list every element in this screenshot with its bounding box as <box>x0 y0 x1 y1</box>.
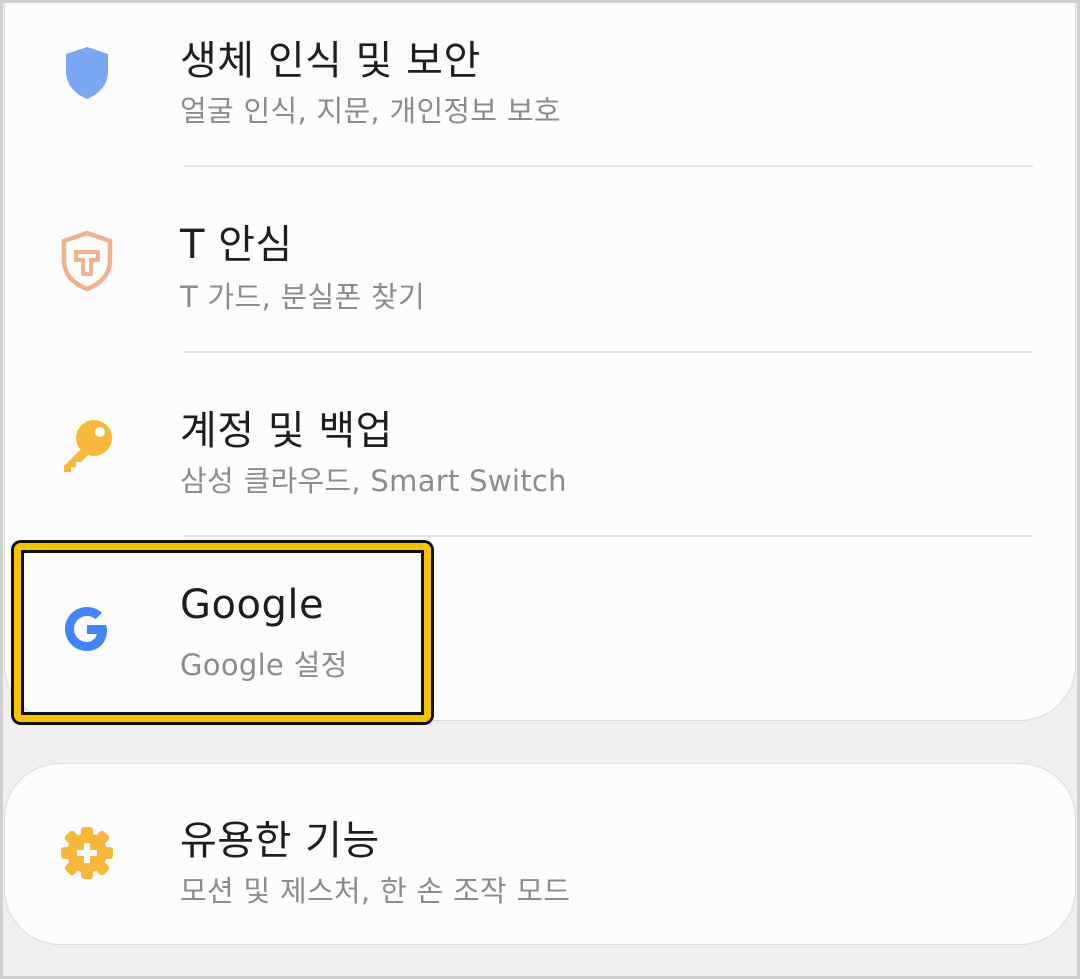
settings-item-t-safety[interactable]: T 안심 T 가드, 분실폰 찾기 <box>4 168 1076 350</box>
settings-item-subtitle: 삼성 클라우드, Smart Switch <box>180 464 567 498</box>
settings-item-title: 유용한 기능 <box>180 818 380 864</box>
settings-item-title: 생체 인식 및 보안 <box>180 38 481 84</box>
settings-item-subtitle: T 가드, 분실폰 찾기 <box>180 280 425 314</box>
divider <box>184 351 1033 353</box>
settings-item-subtitle: 얼굴 인식, 지문, 개인정보 보호 <box>180 94 561 128</box>
settings-item-title: 계정 및 백업 <box>180 408 393 454</box>
settings-item-title: T 안심 <box>180 222 293 268</box>
settings-item-accounts-backup[interactable]: 계정 및 백업 삼성 클라우드, Smart Switch <box>4 354 1076 534</box>
settings-item-biometrics-security[interactable]: 생체 인식 및 보안 얼굴 인식, 지문, 개인정보 보호 <box>4 0 1076 160</box>
key-icon <box>54 412 120 478</box>
google-icon <box>54 596 120 662</box>
t-shield-icon <box>54 228 120 294</box>
divider <box>184 535 1033 537</box>
settings-item-advanced-features[interactable]: 유용한 기능 모션 및 제스처, 한 손 조작 모드 <box>4 764 1076 944</box>
settings-item-subtitle: 모션 및 제스처, 한 손 조작 모드 <box>180 874 571 908</box>
settings-item-subtitle: Google 설정 <box>180 648 348 682</box>
settings-item-title: Google <box>180 582 325 628</box>
gear-plus-icon <box>54 820 120 886</box>
divider <box>184 165 1033 167</box>
shield-icon <box>54 40 120 106</box>
settings-item-google[interactable]: Google Google 설정 <box>4 538 1076 718</box>
